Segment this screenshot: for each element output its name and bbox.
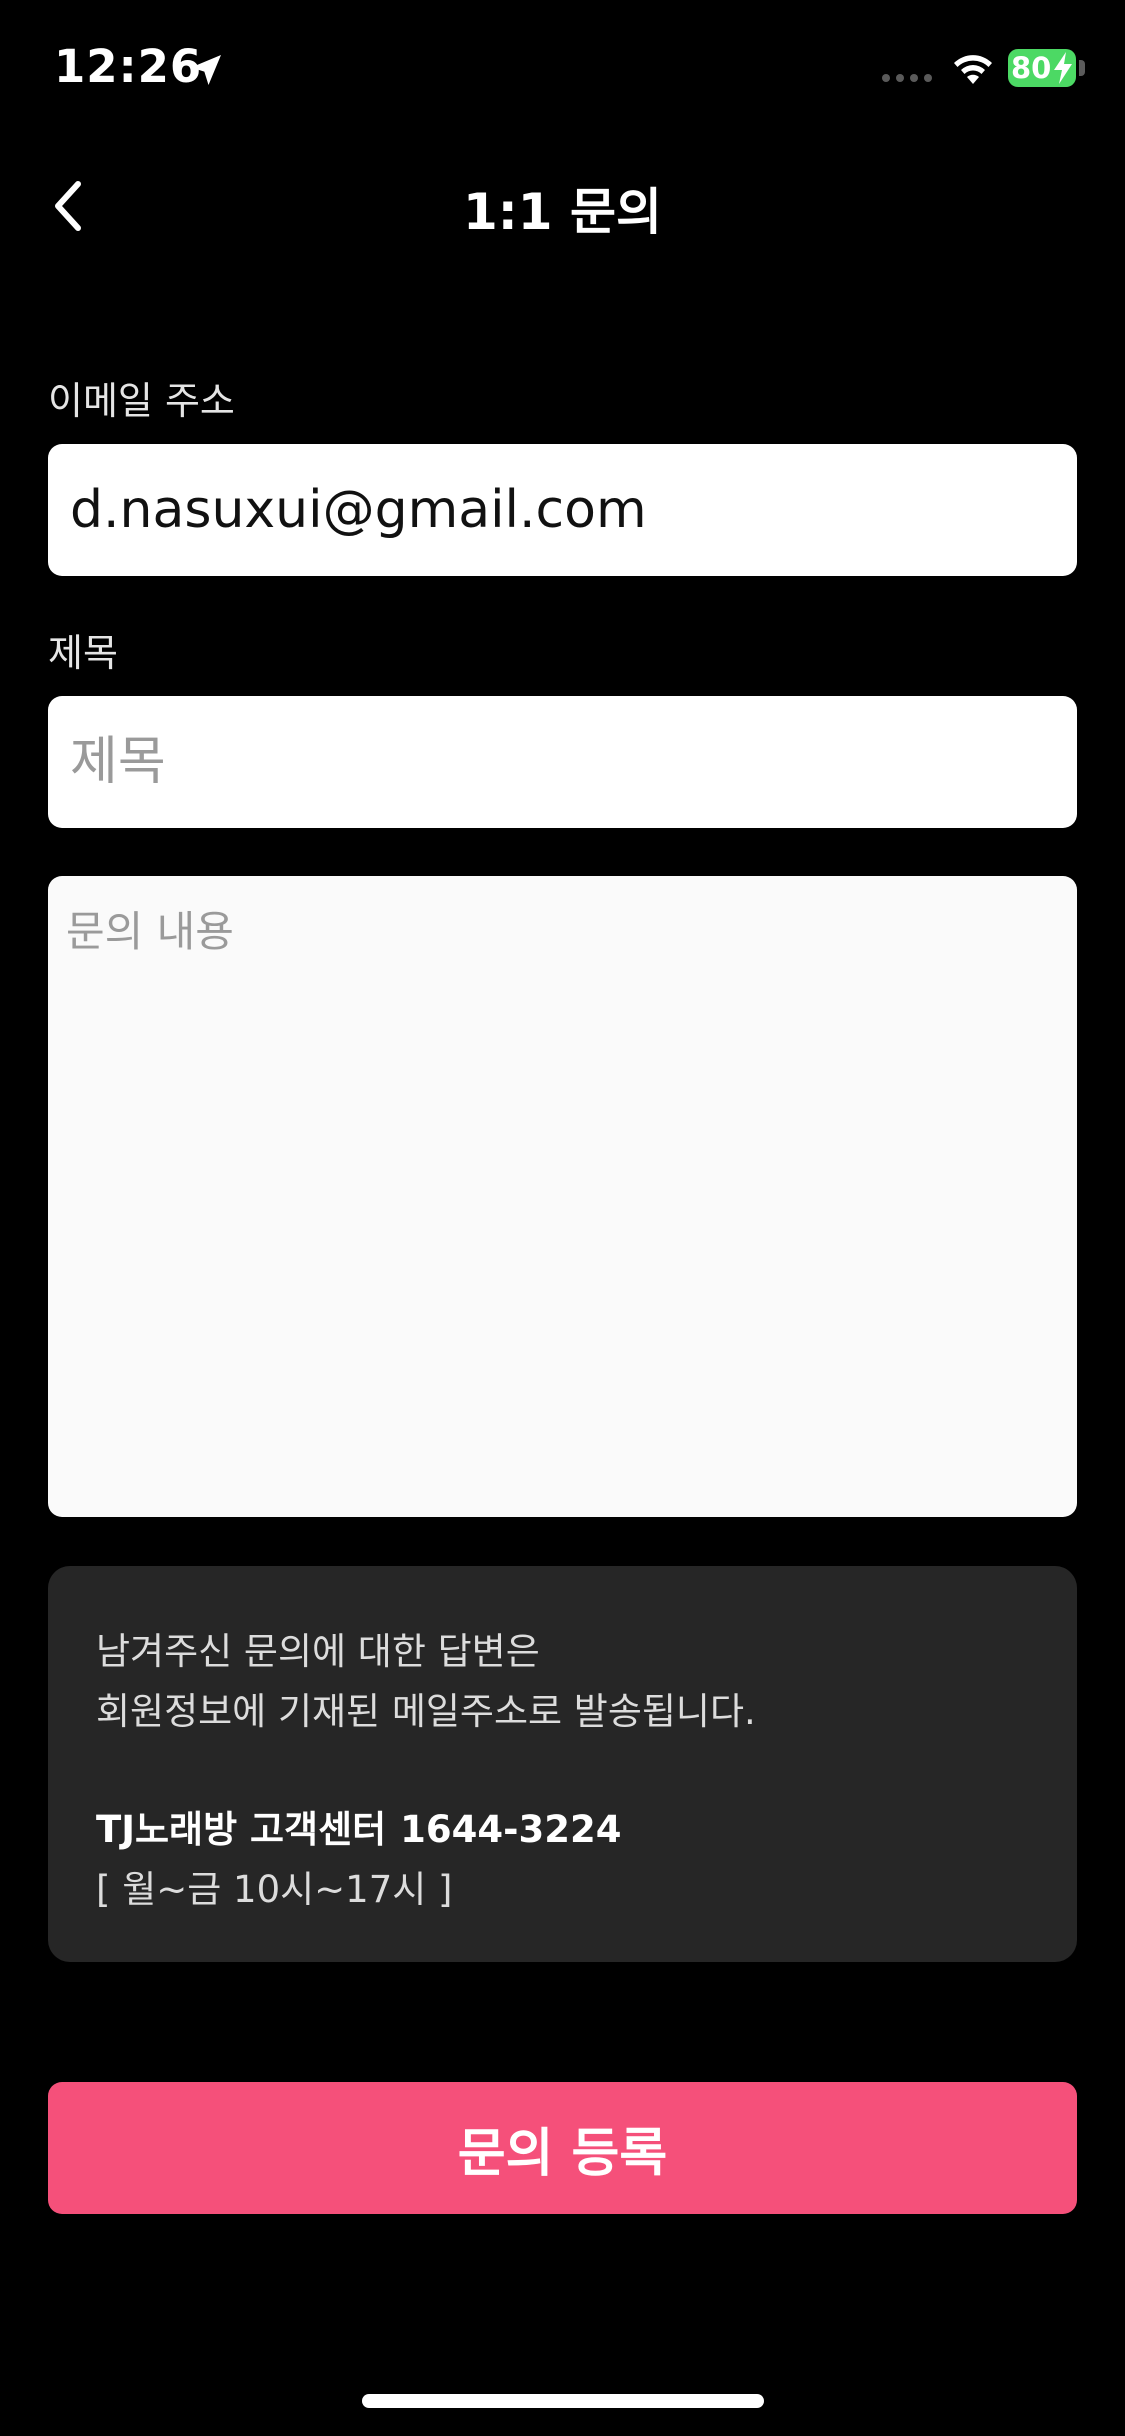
subject-label: 제목 bbox=[48, 631, 118, 675]
business-hours: [ 월~금 10시~17시 ] bbox=[96, 1868, 453, 1911]
status-time: 12:26 bbox=[54, 40, 203, 93]
charging-bolt-icon bbox=[1054, 52, 1072, 84]
customer-center: TJ노래방 고객센터 1644-3224 bbox=[96, 1800, 1029, 1860]
content-textarea[interactable] bbox=[64, 896, 1065, 1501]
cellular-signal-icon bbox=[882, 74, 932, 82]
battery-level: 80 bbox=[1011, 51, 1052, 85]
battery-tip bbox=[1079, 60, 1085, 76]
info-card: 남겨주신 문의에 대한 답변은 회원정보에 기재된 메일주소로 발송됩니다. T… bbox=[48, 1566, 1077, 1962]
subject-input[interactable] bbox=[68, 731, 1057, 793]
page-title: 1:1 문의 bbox=[463, 183, 662, 241]
info-line-1: 남겨주신 문의에 대한 답변은 bbox=[96, 1630, 540, 1673]
wifi-icon bbox=[954, 55, 992, 84]
submit-inquiry-button[interactable]: 문의 등록 bbox=[48, 2082, 1077, 2214]
customer-center-phone: 1644-3224 bbox=[400, 1808, 622, 1851]
subject-field[interactable] bbox=[48, 696, 1077, 828]
location-arrow-icon bbox=[191, 55, 221, 85]
email-field[interactable] bbox=[48, 444, 1077, 576]
home-indicator bbox=[362, 2394, 764, 2408]
status-bar: 12:26 80 bbox=[0, 0, 1125, 140]
email-label: 이메일 주소 bbox=[48, 379, 235, 423]
info-line-2: 회원정보에 기재된 메일주소로 발송됩니다. bbox=[96, 1690, 756, 1733]
customer-center-name: TJ노래방 고객센터 bbox=[96, 1808, 387, 1851]
email-input[interactable] bbox=[68, 479, 1057, 541]
content-field[interactable] bbox=[48, 876, 1077, 1517]
